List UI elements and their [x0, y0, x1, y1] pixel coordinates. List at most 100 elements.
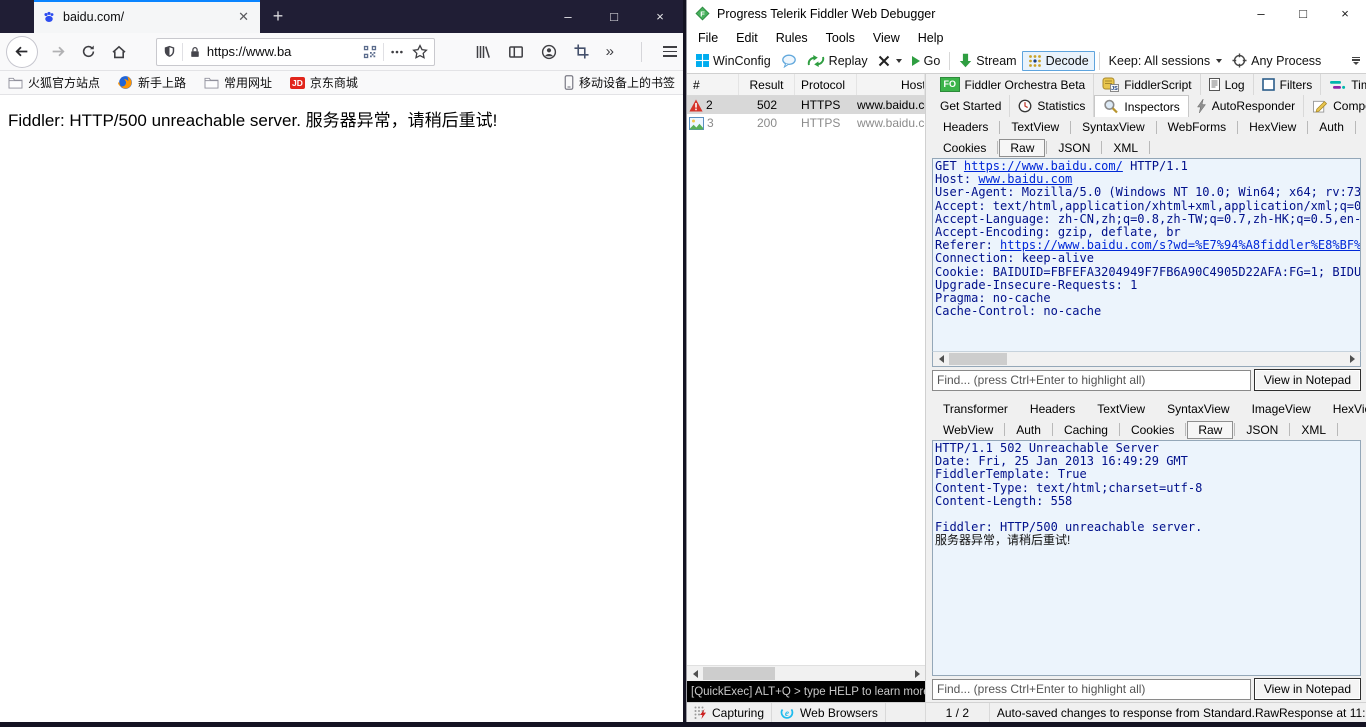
menu-rules[interactable]: Rules [767, 31, 817, 45]
tab-statistics[interactable]: Statistics [1010, 95, 1095, 117]
request-tab-xml[interactable]: XML [1103, 140, 1148, 156]
response-tab-auth[interactable]: Auth [1006, 422, 1051, 438]
session-list-hscrollbar[interactable] [687, 665, 925, 681]
library-icon[interactable] [475, 44, 491, 60]
any-process-button[interactable]: Any Process [1227, 51, 1326, 70]
response-tab-imageview[interactable]: ImageView [1242, 401, 1321, 417]
response-tab-caching[interactable]: Caching [1054, 422, 1118, 438]
request-tab-auth[interactable]: Auth [1309, 119, 1354, 135]
request-tab-webforms[interactable]: WebForms [1158, 119, 1236, 135]
tracking-protection-shield-icon[interactable] [163, 44, 176, 59]
menu-help[interactable]: Help [909, 31, 953, 45]
response-tab-headers[interactable]: Headers [1020, 401, 1085, 417]
menu-icon[interactable] [662, 45, 677, 58]
back-button[interactable] [6, 35, 38, 68]
request-tab-hexview[interactable]: HexView [1239, 119, 1306, 135]
response-tab-transformer[interactable]: Transformer [933, 401, 1018, 417]
response-tab-raw[interactable]: Raw [1187, 420, 1234, 439]
new-tab-button[interactable]: + [260, 0, 296, 33]
overflow-chevron-icon[interactable]: » [606, 43, 614, 60]
lock-icon[interactable] [189, 45, 201, 59]
request-tab-textview[interactable]: TextView [1001, 119, 1069, 135]
session-row-3[interactable]: 3200HTTPSwww.baidu.com [687, 114, 925, 132]
scrollbar-thumb[interactable] [703, 667, 775, 680]
comment-button[interactable] [776, 52, 802, 70]
bookmark-item[interactable]: 常用网址 [204, 74, 272, 91]
tab-timeline[interactable]: Timeline [1321, 74, 1366, 95]
tab-composer[interactable]: Composer [1304, 95, 1366, 117]
winconfig-button[interactable]: WinConfig [691, 52, 776, 70]
response-tab-cookies[interactable]: Cookies [1121, 422, 1184, 438]
session-row-2[interactable]: 2502HTTPSwww.baidu.com [687, 96, 925, 114]
minimize-button[interactable]: – [545, 0, 591, 33]
response-find-input[interactable] [932, 678, 1251, 700]
bookmark-item[interactable]: 新手上路 [118, 74, 186, 91]
response-tab-webview[interactable]: WebView [933, 422, 1003, 438]
response-tab-json[interactable]: JSON [1236, 422, 1288, 438]
request-view-in-notepad-button[interactable]: View in Notepad [1253, 369, 1361, 391]
bookmark-item[interactable]: JD 京东商城 [290, 74, 358, 91]
request-tab-syntaxview[interactable]: SyntaxView [1072, 119, 1154, 135]
home-button[interactable] [104, 37, 134, 67]
request-hscrollbar[interactable] [932, 351, 1361, 367]
page-actions-icon[interactable] [390, 45, 404, 59]
close-button[interactable]: × [1324, 0, 1366, 27]
scroll-right-icon[interactable] [1344, 352, 1360, 366]
scrollbar-thumb[interactable] [949, 353, 1007, 365]
process-filter-indicator[interactable]: e Web Browsers [772, 703, 886, 722]
column-header-protocol[interactable]: Protocol [795, 74, 857, 95]
response-view-in-notepad-button[interactable]: View in Notepad [1253, 678, 1361, 700]
reload-button[interactable] [74, 37, 104, 67]
request-tab-raw[interactable]: Raw [999, 138, 1046, 157]
sidebar-icon[interactable] [508, 44, 524, 60]
forward-button[interactable] [44, 37, 74, 67]
tab-autoresponder[interactable]: AutoResponder [1189, 95, 1305, 117]
menu-file[interactable]: File [689, 31, 727, 45]
scroll-left-icon[interactable] [933, 352, 949, 366]
response-raw-view[interactable]: HTTP/1.1 502 Unreachable Server Date: Fri… [932, 440, 1361, 676]
qr-code-icon[interactable] [363, 45, 377, 59]
session-grid-header[interactable]: # Result Protocol Host [687, 74, 925, 96]
tab-log[interactable]: Log [1201, 74, 1254, 95]
response-tab-hexview[interactable]: HexView [1323, 401, 1366, 417]
tab-fiddlerscript[interactable]: JS FiddlerScript [1094, 74, 1201, 95]
tab-filters[interactable]: Filters [1254, 74, 1322, 95]
request-find-input[interactable] [932, 369, 1251, 391]
stream-button[interactable]: Stream [954, 51, 1021, 70]
response-tab-xml[interactable]: XML [1291, 422, 1336, 438]
go-button[interactable]: Go [907, 52, 946, 70]
scroll-left-icon[interactable] [687, 666, 703, 681]
decode-button[interactable]: Decode [1021, 50, 1095, 71]
url-text[interactable]: https://www.ba [207, 44, 363, 59]
replay-button[interactable]: Replay [802, 52, 873, 70]
account-icon[interactable] [541, 44, 557, 60]
request-tab-cookies[interactable]: Cookies [933, 140, 996, 156]
column-header-num[interactable]: # [687, 74, 739, 95]
menu-view[interactable]: View [864, 31, 909, 45]
request-tab-headers[interactable]: Headers [933, 119, 998, 135]
quickexec-bar[interactable]: [QuickExec] ALT+Q > type HELP to learn m… [687, 681, 925, 702]
response-tab-syntaxview[interactable]: SyntaxView [1157, 401, 1239, 417]
column-header-host[interactable]: Host [857, 74, 925, 95]
tab-inspectors[interactable]: Inspectors [1094, 95, 1189, 117]
tab-fiddler-orchestra-beta[interactable]: FO Fiddler Orchestra Beta [932, 74, 1095, 95]
column-header-result[interactable]: Result [739, 74, 795, 95]
request-raw-view[interactable]: GET https://www.baidu.com/ HTTP/1.1 Host:… [932, 158, 1361, 351]
raw-link[interactable]: www.baidu.com [978, 172, 1072, 186]
capturing-indicator[interactable]: Capturing [687, 703, 773, 722]
toolbar-overflow-button[interactable] [1350, 56, 1362, 65]
bookmark-star-icon[interactable] [411, 43, 428, 60]
address-bar[interactable]: https://www.ba [155, 37, 435, 66]
response-tab-textview[interactable]: TextView [1087, 401, 1155, 417]
maximize-button[interactable]: □ [1282, 0, 1324, 27]
raw-link[interactable]: https://www.baidu.com/s?wd=%E7%94%A8fidd… [1000, 238, 1360, 252]
bookmark-mobile[interactable]: 移动设备上的书签 [564, 74, 675, 91]
minimize-button[interactable]: – [1240, 0, 1282, 27]
maximize-button[interactable]: □ [591, 0, 637, 33]
bookmark-item[interactable]: 火狐官方站点 [8, 74, 100, 91]
request-tab-json[interactable]: JSON [1048, 140, 1100, 156]
browser-tab-baidu[interactable]: baidu.com/ ✕ [34, 0, 260, 33]
tab-get-started[interactable]: Get Started [932, 95, 1011, 117]
screenshot-icon[interactable] [574, 44, 589, 59]
menu-tools[interactable]: Tools [817, 31, 864, 45]
